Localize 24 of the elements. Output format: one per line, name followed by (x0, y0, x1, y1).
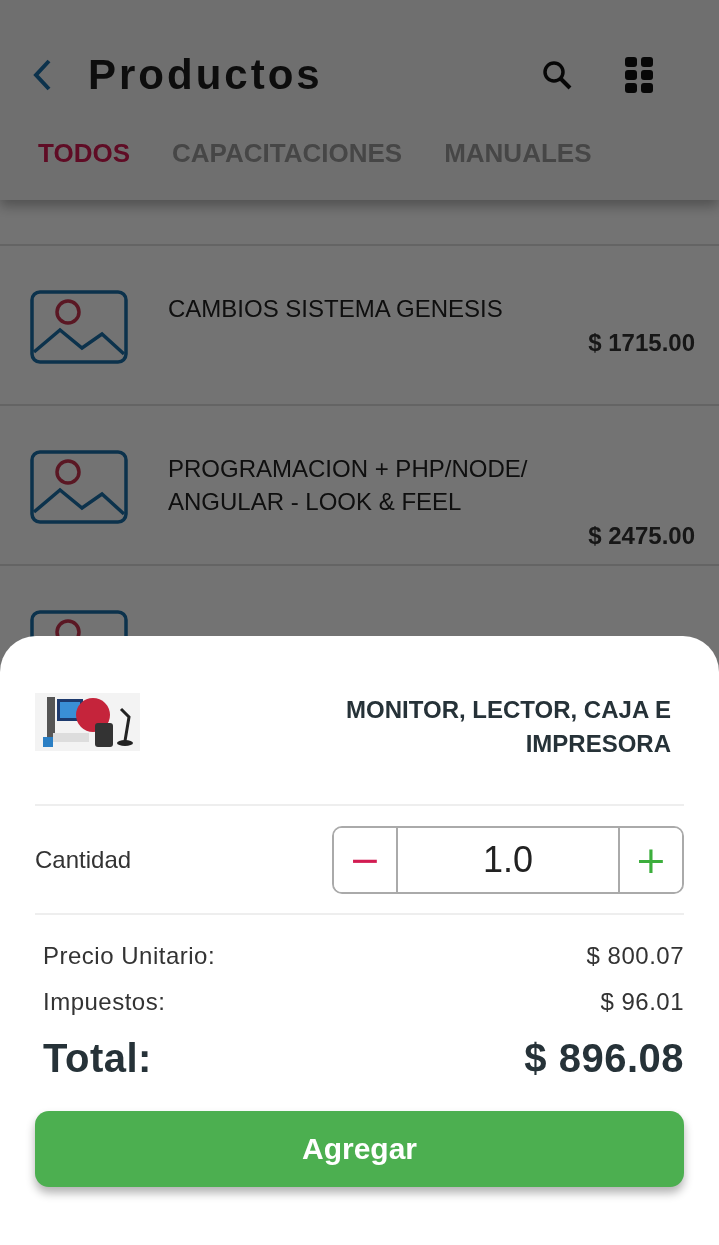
product-row[interactable]: PROGRAMACION + PHP/NODE/ ANGULAR - LOOK & FEEL $ 2475.00 (0, 406, 719, 566)
product-name: PROGRAMACION + PHP/NODE/ ANGULAR - LOOK & FEEL (168, 454, 529, 517)
image-placeholder-icon (30, 450, 128, 524)
product-price: $ 2475.00 (588, 522, 695, 550)
total-value: $ 896.08 (524, 1035, 684, 1081)
product-name: CAMBIOS SISTEMA GENESIS (168, 294, 504, 324)
product-row[interactable]: CAMBIOS SISTEMA GENESIS $ 1715.00 (0, 246, 719, 406)
price-label: Precio Unitario: (43, 942, 216, 970)
category-tab[interactable]: TODOS (38, 138, 130, 169)
increment-button[interactable]: + (618, 827, 682, 892)
price-value: $ 800.07 (586, 942, 684, 970)
product-title: MONITOR, LECTOR, CAJA E IMPRESORA (345, 695, 671, 759)
page-title: Productos (88, 51, 324, 99)
image-placeholder-icon (30, 290, 128, 364)
price-value: $ 96.01 (600, 988, 684, 1016)
price-label: Impuestos: (43, 988, 166, 1016)
product-price: $ 1715.00 (588, 329, 695, 357)
search-icon[interactable] (541, 59, 573, 91)
total-label: Total: (43, 1035, 152, 1081)
quantity-label: Cantidad (35, 845, 132, 874)
decrement-button[interactable]: − (334, 827, 398, 892)
grid-icon[interactable] (625, 57, 653, 93)
add-button[interactable]: Agregar (35, 1111, 684, 1187)
back-icon[interactable] (32, 58, 52, 92)
